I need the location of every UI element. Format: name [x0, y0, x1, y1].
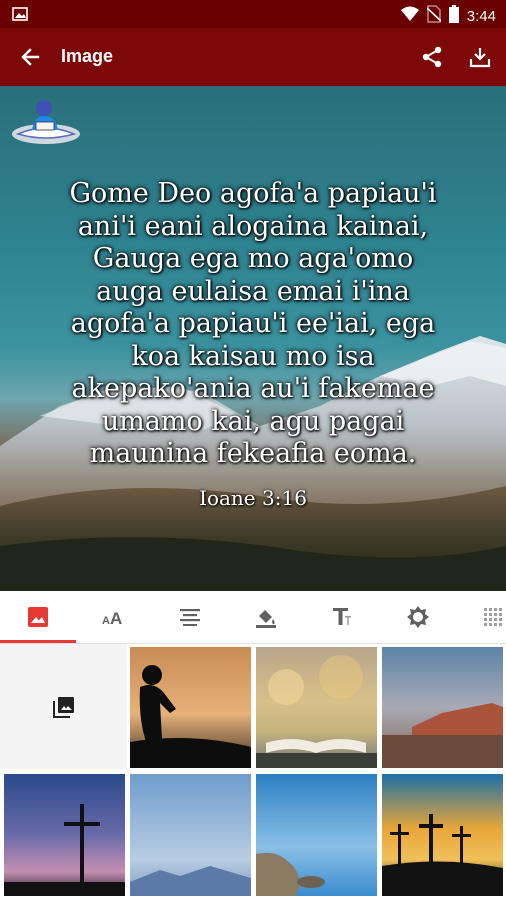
- verse-text: Gome Deo agofa'a papiau'i ani'i eani alog…: [20, 178, 486, 471]
- silhouette-reading-sunset: [130, 647, 251, 768]
- wifi-icon: [400, 6, 419, 27]
- verse-line: umamo kai, agu pagai: [101, 405, 405, 437]
- status-bar: 3:44: [0, 0, 506, 28]
- background-thumbnail[interactable]: [256, 774, 377, 896]
- verse-line: Gome Deo agofa'a papiau'i: [69, 178, 437, 209]
- image-icon: [28, 607, 48, 627]
- tab-text-style[interactable]: [304, 591, 380, 643]
- text-format-icon: [333, 608, 351, 625]
- photo-library-icon: [52, 696, 74, 718]
- status-time: 3:44: [466, 8, 496, 25]
- align-center-icon: [180, 609, 200, 626]
- background-thumbnail[interactable]: [130, 774, 251, 896]
- svg-text:A: A: [102, 615, 110, 626]
- texture-icon: [484, 608, 502, 626]
- verse-line: akepako'ania au'i fakemae: [71, 373, 435, 404]
- background-grid: [0, 644, 506, 900]
- verse-reference: Ioane 3:16: [199, 486, 307, 510]
- verse-line: auga eulaisa emai i'ina: [96, 275, 410, 307]
- app-bar: Image: [0, 28, 506, 86]
- tab-color[interactable]: [228, 591, 304, 643]
- download-icon: [469, 48, 491, 68]
- tab-texture[interactable]: [456, 591, 506, 643]
- cross-purple-sky: [4, 774, 125, 896]
- verse-line: koa kaisau mo isa: [131, 340, 375, 372]
- download-button[interactable]: [464, 41, 496, 73]
- open-book-bokeh: [256, 647, 377, 768]
- background-thumbnail[interactable]: [256, 647, 377, 768]
- verse-line: maunina fekeafia eoma.: [89, 438, 417, 469]
- verse-line: Gauga ega mo aga'omo: [92, 243, 414, 274]
- tab-align[interactable]: [152, 591, 228, 643]
- desert-mountain-dusk: [382, 647, 503, 768]
- background-thumbnail[interactable]: [4, 774, 125, 896]
- back-button[interactable]: [14, 41, 46, 73]
- page-title: Image: [61, 46, 114, 66]
- three-crosses-sunset: [382, 774, 503, 896]
- verse-line: agofa'a papiau'i ee'iai, ega: [70, 308, 436, 339]
- tab-brightness[interactable]: [380, 591, 456, 643]
- share-button[interactable]: [416, 41, 448, 73]
- no-sim-icon: [426, 5, 442, 28]
- battery-icon: [448, 5, 459, 28]
- bible-reader-logo-icon: [12, 100, 80, 144]
- blue-lake-rocks: [256, 774, 377, 896]
- paint-bucket-icon: [256, 610, 276, 628]
- brightness-icon: [407, 606, 429, 628]
- pick-from-gallery-button[interactable]: [0, 644, 127, 769]
- verse-image-preview[interactable]: Gome Deo agofa'a papiau'i ani'i eani alog…: [0, 86, 506, 591]
- background-thumbnail[interactable]: [382, 774, 503, 896]
- background-thumbnail[interactable]: [382, 647, 503, 768]
- share-icon: [422, 46, 442, 68]
- tab-font[interactable]: A A: [76, 591, 152, 643]
- font-size-icon: A A: [102, 609, 122, 626]
- editor-tabs: A A: [0, 591, 506, 643]
- background-thumbnail[interactable]: [130, 647, 251, 768]
- back-arrow-icon: [21, 48, 40, 66]
- verse-line: ani'i eani alogaina kainai,: [77, 210, 429, 242]
- image-notification-icon: [12, 7, 28, 26]
- blue-mountains-mist: [130, 774, 251, 896]
- tab-background[interactable]: [0, 591, 76, 643]
- svg-text:A: A: [110, 609, 122, 626]
